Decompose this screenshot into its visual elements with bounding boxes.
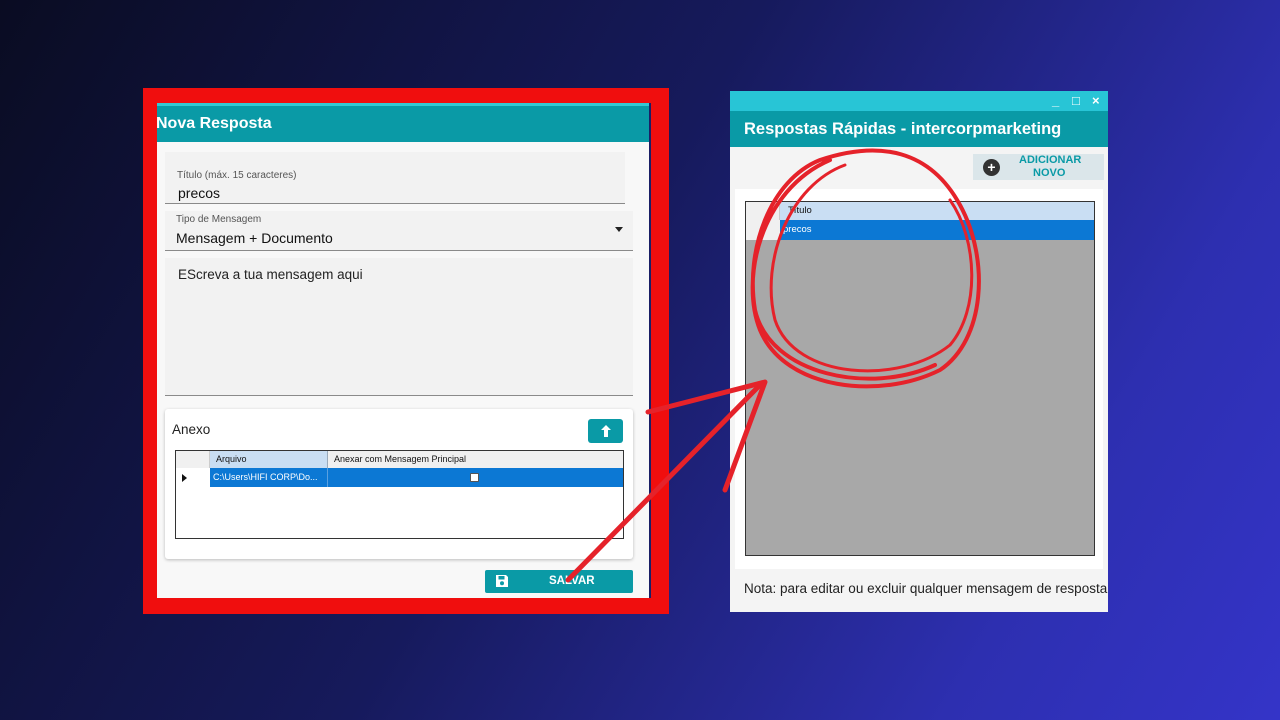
row-header-corner <box>746 202 780 220</box>
plus-circle-icon: + <box>983 159 1000 176</box>
anexo-grid: Arquivo Anexar com Mensagem Principal C:… <box>175 450 624 539</box>
row-header-corner <box>176 451 210 468</box>
tipo-label: Tipo de Mensagem <box>176 214 262 225</box>
titulo-field[interactable]: Título (máx. 15 caracteres) precos <box>165 152 625 204</box>
tipo-mensagem-select[interactable]: Tipo de Mensagem Mensagem + Documento <box>165 211 633 251</box>
grid-header: Título <box>746 202 1094 220</box>
add-label-line2: NOVO <box>1033 167 1066 179</box>
window-header: Nova Resposta <box>157 106 649 142</box>
titulo-label: Título (máx. 15 caracteres) <box>177 170 297 181</box>
row-header[interactable] <box>746 220 780 240</box>
window-title: Nova Resposta <box>157 115 272 132</box>
anexo-panel: Anexo Arquivo Anexar com Mensagem Princi… <box>165 409 633 559</box>
grid-header: Arquivo Anexar com Mensagem Principal <box>176 451 623 468</box>
cell-arquivo[interactable]: C:\Users\HIFI CORP\Do... <box>210 468 328 487</box>
save-label: SALVAR <box>549 575 595 587</box>
window-titlebar: _ □ × <box>730 91 1108 111</box>
mensagem-textarea[interactable]: EScreva a tua mensagem aqui <box>165 258 633 396</box>
respostas-rapidas-window: _ □ × Respostas Rápidas - intercorpmarke… <box>730 91 1108 612</box>
add-label-line1: ADICIONAR <box>1019 154 1082 166</box>
window-title: Respostas Rápidas - intercorpmarketing <box>744 120 1062 138</box>
titulo-value[interactable]: precos <box>178 185 220 201</box>
close-icon[interactable]: × <box>1092 93 1100 109</box>
column-header-anexar[interactable]: Anexar com Mensagem Principal <box>328 451 624 468</box>
add-new-button[interactable]: + ADICIONAR NOVO <box>973 154 1104 180</box>
respostas-grid: Título precos <box>745 201 1095 556</box>
row-header[interactable] <box>176 468 210 487</box>
mensagem-placeholder: EScreva a tua mensagem aqui <box>178 267 363 282</box>
upload-button[interactable] <box>588 419 623 443</box>
row-pointer-icon <box>182 474 187 482</box>
cell-titulo[interactable]: precos <box>783 220 812 240</box>
minimize-icon[interactable]: _ <box>1052 93 1059 109</box>
dropdown-caret-icon[interactable] <box>615 227 623 232</box>
upload-arrow-icon <box>600 425 611 437</box>
table-row[interactable]: precos <box>746 220 1094 240</box>
maximize-icon[interactable]: □ <box>1072 93 1080 109</box>
footer-note: Nota: para editar ou excluir qualquer me… <box>744 581 1108 596</box>
nova-resposta-window: Nova Resposta Título (máx. 15 caracteres… <box>157 103 651 598</box>
window-header: Respostas Rápidas - intercorpmarketing <box>730 111 1108 147</box>
column-header-titulo[interactable]: Título <box>780 202 812 220</box>
column-header-arquivo[interactable]: Arquivo <box>210 451 328 468</box>
table-row[interactable]: C:\Users\HIFI CORP\Do... <box>176 468 623 487</box>
respostas-panel: Título precos <box>735 189 1103 569</box>
anexar-checkbox[interactable] <box>470 473 479 482</box>
save-disk-icon <box>496 575 508 587</box>
anexo-title: Anexo <box>172 422 211 437</box>
save-button[interactable]: SALVAR <box>485 570 633 593</box>
tipo-value: Mensagem + Documento <box>176 230 333 246</box>
form-body: Título (máx. 15 caracteres) precos Tipo … <box>157 142 649 598</box>
